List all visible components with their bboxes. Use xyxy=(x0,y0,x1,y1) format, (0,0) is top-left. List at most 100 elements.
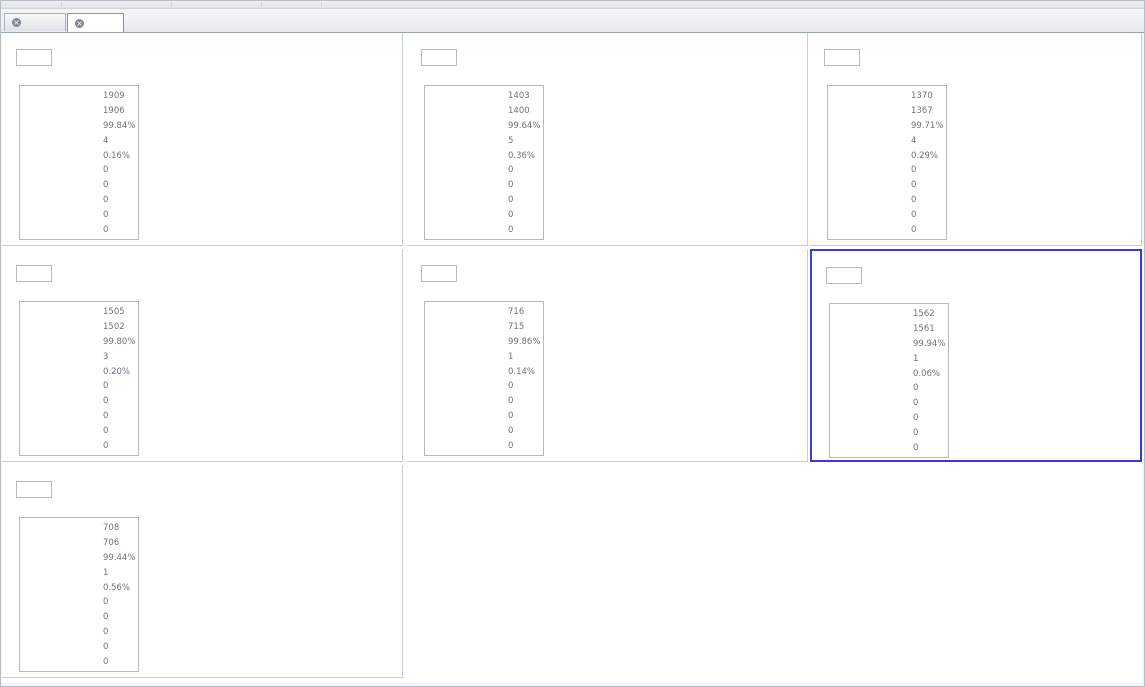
stat-value: 0.16% xyxy=(103,150,131,161)
stat-row: 5 xyxy=(428,133,543,148)
monitor-panel[interactable]: 1909 1906 99.84% 4 0.16% 0 0 0 0 0 xyxy=(2,33,403,246)
stat-row: 99.71% xyxy=(831,119,946,134)
stat-value: 0 xyxy=(508,396,514,407)
stat-value: 0 xyxy=(508,180,514,191)
stat-value: 0 xyxy=(911,165,917,176)
stat-row: 1 xyxy=(833,351,948,366)
stat-row: 0.29% xyxy=(831,148,946,163)
stat-value: 0 xyxy=(103,425,109,436)
stat-row: 0 xyxy=(833,425,948,440)
app-window: × × 1909 1906 99.84% 4 0.16% 0 0 0 0 0 1403 1400 99.… xyxy=(0,0,1145,687)
stat-row: 0 xyxy=(23,178,138,193)
stat-row: 4 xyxy=(23,133,138,148)
stat-value: 0 xyxy=(103,626,109,637)
stats-box: 1562 1561 99.94% 1 0.06% 0 0 0 0 0 xyxy=(829,303,949,458)
stat-value: 1370 xyxy=(911,91,933,102)
stat-value: 0 xyxy=(911,180,917,191)
stats-box: 1505 1502 99.80% 3 0.20% 0 0 0 0 0 xyxy=(19,301,139,456)
stat-value: 0 xyxy=(508,440,514,451)
toolbar-separator xyxy=(61,2,62,7)
stat-value: 1562 xyxy=(913,309,935,320)
stat-row: 99.44% xyxy=(23,551,138,566)
stats-box: 1909 1906 99.84% 4 0.16% 0 0 0 0 0 xyxy=(19,85,139,240)
stat-value: 99.64% xyxy=(508,120,541,131)
stat-row: 0.56% xyxy=(23,580,138,595)
stat-value: 0 xyxy=(103,180,109,191)
monitor-panel[interactable]: 716 715 99.86% 1 0.14% 0 0 0 0 0 xyxy=(407,249,808,462)
tab-bar: × × xyxy=(1,9,1144,33)
stat-value: 1 xyxy=(913,353,919,364)
stat-row: 99.86% xyxy=(428,335,543,350)
stat-value: 0 xyxy=(911,194,917,205)
stat-value: 0.29% xyxy=(911,150,939,161)
stat-row: 0.14% xyxy=(428,364,543,379)
stat-row: 0 xyxy=(831,193,946,208)
panel-title xyxy=(16,265,52,282)
stat-row: 708 xyxy=(23,521,138,536)
stat-row: 1367 xyxy=(831,104,946,119)
stat-row: 0.16% xyxy=(23,148,138,163)
monitor-panel[interactable]: 1403 1400 99.64% 5 0.36% 0 0 0 0 0 xyxy=(407,33,808,246)
stat-row: 0 xyxy=(23,222,138,237)
close-icon[interactable]: × xyxy=(75,18,84,28)
stat-row: 0 xyxy=(428,409,543,424)
stat-row: 0.06% xyxy=(833,366,948,381)
stat-value: 0 xyxy=(103,165,109,176)
panel-title xyxy=(824,49,860,66)
stat-value: 0 xyxy=(911,209,917,220)
monitor-panel[interactable]: 1370 1367 99.71% 4 0.29% 0 0 0 0 0 xyxy=(810,33,1142,246)
monitor-panel[interactable]: 708 706 99.44% 1 0.56% 0 0 0 0 0 xyxy=(2,465,403,678)
stats-box: 1370 1367 99.71% 4 0.29% 0 0 0 0 0 xyxy=(827,85,947,240)
stat-row: 1403 xyxy=(428,89,543,104)
stat-row: 716 xyxy=(428,305,543,320)
stat-value: 0 xyxy=(103,194,109,205)
stat-value: 0 xyxy=(103,597,109,608)
stat-row: 0 xyxy=(23,394,138,409)
stat-row: 99.80% xyxy=(23,335,138,350)
stat-value: 1909 xyxy=(103,91,125,102)
stat-row: 0 xyxy=(428,423,543,438)
stat-row: 0 xyxy=(833,396,948,411)
stat-row: 1400 xyxy=(428,104,543,119)
stat-row: 0 xyxy=(23,610,138,625)
stat-row: 0 xyxy=(428,193,543,208)
stat-value: 4 xyxy=(103,135,109,146)
stat-value: 0 xyxy=(103,612,109,623)
stat-value: 0 xyxy=(913,442,919,453)
monitor-panel[interactable]: 1505 1502 99.80% 3 0.20% 0 0 0 0 0 xyxy=(2,249,403,462)
stat-value: 1906 xyxy=(103,106,125,117)
stat-value: 0.56% xyxy=(103,582,131,593)
stat-row: 1370 xyxy=(831,89,946,104)
stat-value: 0 xyxy=(103,410,109,421)
stat-row: 0 xyxy=(831,222,946,237)
stat-row: 0 xyxy=(428,222,543,237)
stat-row: 0 xyxy=(23,379,138,394)
stat-value: 5 xyxy=(508,135,514,146)
stat-row: 1502 xyxy=(23,320,138,335)
stat-row: 0 xyxy=(428,438,543,453)
stat-value: 0.36% xyxy=(508,150,536,161)
stat-value: 1 xyxy=(103,567,109,578)
toolbar-separator xyxy=(261,2,262,7)
stat-value: 1367 xyxy=(911,106,933,117)
stat-value: 0 xyxy=(913,427,919,438)
close-icon[interactable]: × xyxy=(12,18,21,27)
stat-value: 0 xyxy=(508,381,514,392)
tab-1[interactable]: × xyxy=(4,13,66,31)
stat-row: 0 xyxy=(23,595,138,610)
stat-row: 0 xyxy=(23,423,138,438)
stat-row: 1 xyxy=(428,349,543,364)
stats-box: 708 706 99.44% 1 0.56% 0 0 0 0 0 xyxy=(19,517,139,672)
monitor-panel[interactable]: 1562 1561 99.94% 1 0.06% 0 0 0 0 0 xyxy=(810,249,1142,462)
monitor-grid: 1909 1906 99.84% 4 0.16% 0 0 0 0 0 1403 1400 99.64% 5… xyxy=(2,33,1142,683)
stat-value: 0 xyxy=(103,440,109,451)
stat-value: 0 xyxy=(913,383,919,394)
stat-value: 0 xyxy=(508,165,514,176)
stat-value: 0 xyxy=(911,224,917,235)
stat-row: 706 xyxy=(23,536,138,551)
stat-value: 0.06% xyxy=(913,368,941,379)
tab-2[interactable]: × xyxy=(67,13,124,32)
stat-value: 4 xyxy=(911,135,917,146)
stats-box: 716 715 99.86% 1 0.14% 0 0 0 0 0 xyxy=(424,301,544,456)
stat-row: 0 xyxy=(23,438,138,453)
